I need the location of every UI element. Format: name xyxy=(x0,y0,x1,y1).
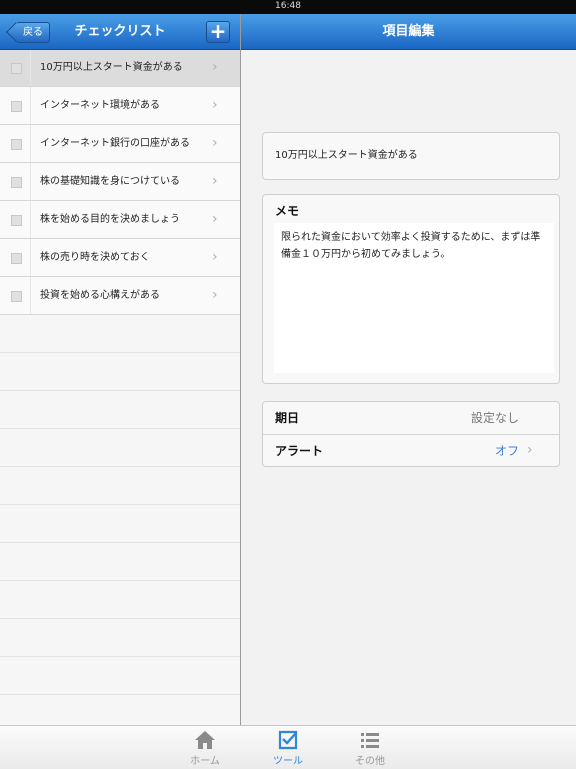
checklist-nav-bar: チェックリスト 戻る + xyxy=(0,14,240,50)
row-separator xyxy=(30,239,31,276)
status-bar: 16:48 xyxy=(0,0,576,14)
editor-nav-bar: 項目編集 xyxy=(241,14,576,50)
checklist-pane: 10万円以上スタート資金がある › インターネット環境がある › インターネット… xyxy=(0,14,240,725)
alert-label: アラート xyxy=(275,444,324,458)
tab-label: その他 xyxy=(355,756,385,767)
tab-other[interactable]: その他 xyxy=(340,726,400,769)
chevron-right-icon: › xyxy=(212,287,218,303)
editor-pane: 10万円以上スタート資金がある メモ 限られた資金において効率よく投資するために… xyxy=(241,50,576,725)
item-label: 株の基礎知識を身につけている xyxy=(40,176,180,187)
back-button[interactable]: 戻る xyxy=(16,22,50,43)
item-checkbox[interactable] xyxy=(11,253,22,264)
item-label: 投資を始める心構えがある xyxy=(40,290,160,301)
tab-bar: ホーム ツール その他 xyxy=(0,725,576,769)
item-title-field[interactable]: 10万円以上スタート資金がある xyxy=(262,132,560,180)
item-label: インターネット銀行の口座がある xyxy=(40,138,190,149)
item-checkbox[interactable] xyxy=(11,291,22,302)
item-label: インターネット環境がある xyxy=(40,100,160,111)
item-checkbox[interactable] xyxy=(11,177,22,188)
tab-home[interactable]: ホーム xyxy=(175,726,235,769)
home-icon xyxy=(195,731,215,749)
item-checkbox[interactable] xyxy=(11,101,22,112)
checklist-item[interactable]: 10万円以上スタート資金がある › xyxy=(0,49,240,87)
item-label: 株の売り時を決めておく xyxy=(40,252,150,263)
row-separator xyxy=(30,125,31,162)
checklist-item[interactable]: 株を始める目的を決めましょう › xyxy=(0,201,240,239)
settings-group: 期日 設定なし アラート オフ › xyxy=(262,401,560,467)
due-date-row[interactable]: 期日 設定なし xyxy=(263,402,559,435)
back-button-label: 戻る xyxy=(23,27,43,38)
checklist-item[interactable]: インターネット銀行の口座がある › xyxy=(0,125,240,163)
item-label: 10万円以上スタート資金がある xyxy=(40,62,183,73)
item-title-value: 10万円以上スタート資金がある xyxy=(275,150,418,161)
item-checkbox[interactable] xyxy=(11,215,22,226)
chevron-right-icon: › xyxy=(212,97,218,113)
chevron-right-icon: › xyxy=(212,211,218,227)
chevron-right-icon: › xyxy=(212,173,218,189)
checklist-list: 10万円以上スタート資金がある › インターネット環境がある › インターネット… xyxy=(0,49,240,315)
checkbox-icon xyxy=(278,730,298,750)
checklist-item[interactable]: インターネット環境がある › xyxy=(0,87,240,125)
due-date-label: 期日 xyxy=(275,411,300,425)
checklist-item[interactable]: 株の売り時を決めておく › xyxy=(0,239,240,277)
list-icon xyxy=(361,733,379,748)
tab-tools[interactable]: ツール xyxy=(258,726,318,769)
row-separator xyxy=(30,49,31,86)
memo-section: メモ 限られた資金において効率よく投資するために、まずは準備金１０万円から初めて… xyxy=(262,194,560,384)
status-time: 16:48 xyxy=(275,1,301,11)
alert-value: オフ xyxy=(494,444,519,458)
item-label: 株を始める目的を決めましょう xyxy=(40,214,180,225)
item-checkbox[interactable] xyxy=(11,139,22,150)
checklist-item[interactable]: 株の基礎知識を身につけている › xyxy=(0,163,240,201)
alert-row[interactable]: アラート オフ › xyxy=(263,435,559,466)
checklist-item[interactable]: 投資を始める心構えがある › xyxy=(0,277,240,315)
row-separator xyxy=(30,87,31,124)
memo-textarea[interactable]: 限られた資金において効率よく投資するために、まずは準備金１０万円から初めてみまし… xyxy=(274,223,554,373)
row-separator xyxy=(30,163,31,200)
plus-icon: + xyxy=(209,19,227,43)
memo-label: メモ xyxy=(275,204,300,218)
chevron-right-icon: › xyxy=(212,59,218,75)
editor-title: 項目編集 xyxy=(382,24,435,39)
due-date-value: 設定なし xyxy=(470,411,519,425)
chevron-right-icon: › xyxy=(527,442,533,458)
chevron-right-icon: › xyxy=(212,135,218,151)
tab-label: ホーム xyxy=(190,756,220,767)
row-separator xyxy=(30,201,31,238)
chevron-right-icon: › xyxy=(212,249,218,265)
tab-label: ツール xyxy=(273,756,303,767)
item-checkbox[interactable] xyxy=(11,63,22,74)
add-item-button[interactable]: + xyxy=(206,21,230,43)
row-separator xyxy=(30,277,31,314)
